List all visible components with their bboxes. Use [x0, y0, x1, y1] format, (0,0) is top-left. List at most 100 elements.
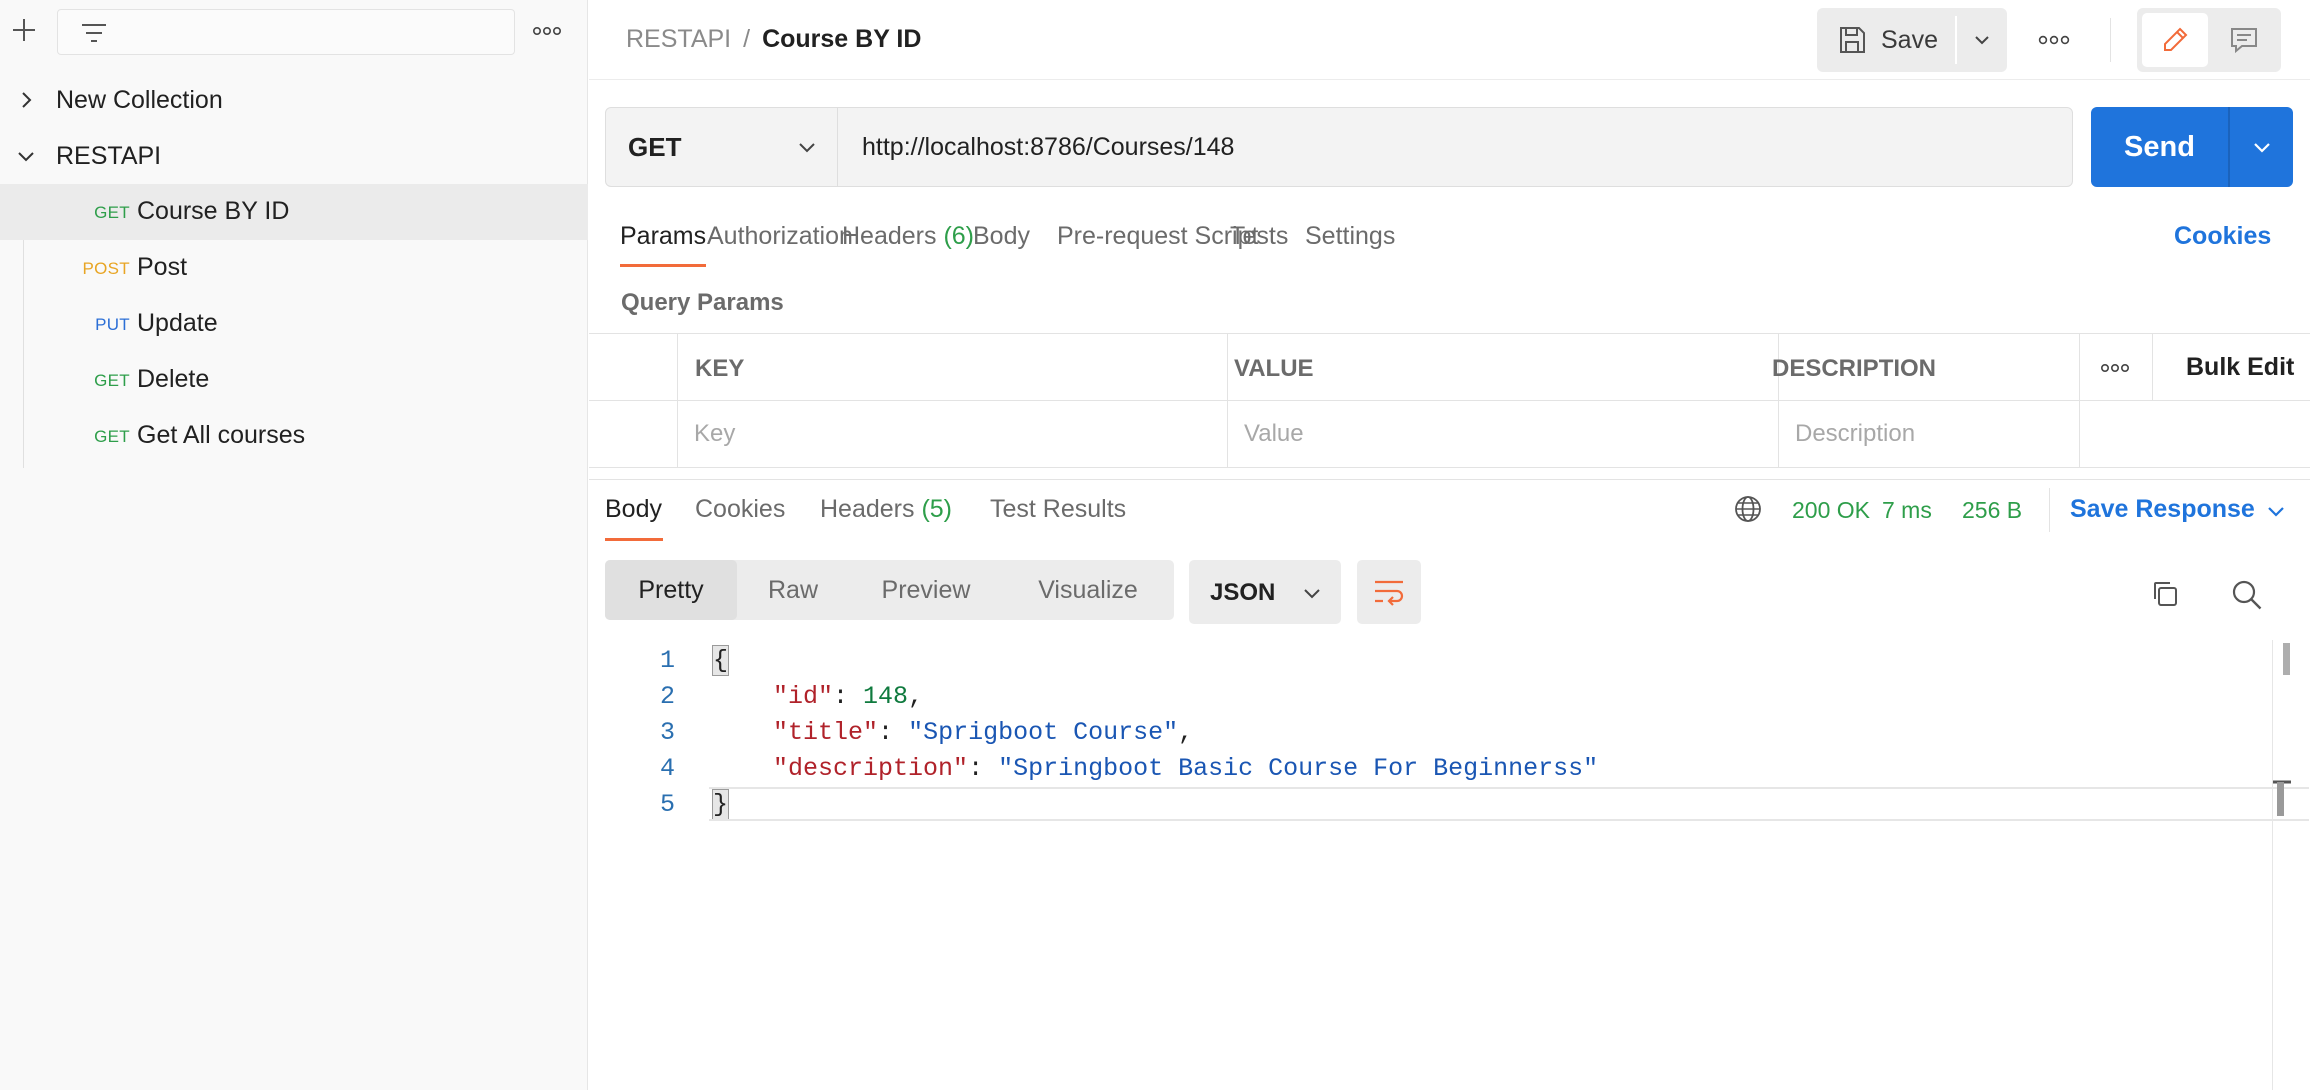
chevron-right-icon[interactable]	[14, 88, 38, 112]
divider	[2110, 18, 2111, 62]
view-preview[interactable]: Preview	[849, 560, 1003, 620]
tab-label: Params	[620, 222, 707, 250]
json-key: "id"	[773, 682, 834, 711]
copy-icon[interactable]	[2149, 578, 2181, 610]
send-options-button[interactable]	[2230, 107, 2293, 187]
search-collections-input[interactable]	[57, 9, 515, 55]
request-item-get-all-courses[interactable]: GET Get All courses	[0, 408, 588, 464]
response-size[interactable]: 256 B	[1962, 497, 2022, 524]
view-raw[interactable]: Raw	[737, 560, 849, 620]
more-horizontal-icon[interactable]	[530, 20, 564, 42]
tab-headers[interactable]: Headers (6)	[842, 222, 974, 251]
active-line-highlight	[709, 787, 2309, 821]
request-name: Post	[137, 253, 188, 281]
request-item-post[interactable]: POST Post	[0, 240, 588, 296]
tab-body[interactable]: Body	[973, 222, 1030, 251]
pane-divider[interactable]	[589, 468, 2310, 480]
search-icon[interactable]	[2230, 578, 2264, 612]
tab-settings[interactable]: Settings	[1305, 222, 1395, 251]
collection-restapi[interactable]: RESTAPI	[0, 128, 588, 184]
param-description-input[interactable]	[1779, 400, 2309, 468]
response-tab-cookies[interactable]: Cookies	[695, 495, 785, 524]
line-number: 1	[659, 646, 675, 675]
response-time[interactable]: 7 ms	[1882, 497, 1932, 524]
comment-icon	[2231, 28, 2257, 54]
save-button-group: Save	[1817, 8, 2007, 72]
request-name: Delete	[137, 365, 210, 393]
save-label: Save	[1881, 25, 1938, 54]
save-options-button[interactable]	[1957, 8, 2007, 72]
more-horizontal-icon[interactable]	[2035, 28, 2073, 52]
status-code[interactable]: 200 OK	[1792, 497, 1870, 524]
line-number: 5	[659, 790, 675, 819]
edit-mode-button[interactable]	[2142, 13, 2208, 67]
param-key-input[interactable]	[678, 400, 1226, 468]
send-button[interactable]: Send	[2091, 107, 2228, 187]
method-value: GET	[628, 132, 682, 162]
cookies-link[interactable]: Cookies	[2174, 222, 2271, 251]
request-item-update[interactable]: PUT Update	[0, 296, 588, 352]
comment-mode-button[interactable]	[2211, 13, 2277, 67]
format-select[interactable]: JSON	[1189, 560, 1341, 624]
method-badge: GET	[94, 203, 130, 222]
tab-label: Pre-request Script	[1057, 222, 1259, 250]
request-name: Update	[137, 309, 218, 337]
query-params-table: KEY VALUE DESCRIPTION Bulk Edit	[589, 333, 2310, 468]
chevron-down-icon	[1975, 36, 1989, 45]
wrap-lines-icon	[1375, 580, 1404, 606]
tab-authorization[interactable]: Authorization	[707, 222, 853, 251]
query-params-title: Query Params	[621, 289, 784, 316]
code-line: "title": "Sprigboot Course",	[773, 718, 1194, 747]
view-pretty[interactable]: Pretty	[605, 560, 737, 620]
filter-icon[interactable]	[80, 22, 108, 44]
view-mode-toggle	[2137, 8, 2281, 72]
column-header-value: VALUE	[1234, 355, 1314, 382]
column-header-description: DESCRIPTION	[1772, 355, 1937, 382]
wrap-lines-button[interactable]	[1357, 560, 1421, 624]
response-tab-test-results[interactable]: Test Results	[990, 495, 1126, 524]
url-input[interactable]	[838, 108, 2072, 186]
save-response-button[interactable]: Save Response	[2070, 495, 2255, 524]
pencil-icon	[2164, 27, 2188, 51]
method-select[interactable]: GET	[606, 108, 838, 186]
tab-label: Cookies	[695, 495, 786, 523]
column-divider	[2152, 334, 2153, 400]
method-badge: GET	[94, 371, 130, 390]
collection-new-collection[interactable]: New Collection	[0, 72, 588, 128]
sidebar-toolbar	[0, 0, 588, 64]
view-visualize[interactable]: Visualize	[1003, 560, 1173, 620]
response-tab-headers[interactable]: Headers (5)	[820, 495, 952, 524]
tab-label: Tests	[1230, 222, 1289, 250]
editor-scrollbar-thumb[interactable]	[2283, 643, 2290, 675]
code-line: "description": "Springboot Basic Course …	[773, 754, 1599, 783]
column-header-key: KEY	[695, 355, 745, 382]
tab-pre-request-script[interactable]: Pre-request Script	[1057, 222, 1258, 251]
editor-scrollbar-track[interactable]	[2272, 640, 2273, 1090]
tab-tests[interactable]: Tests	[1230, 222, 1288, 251]
tab-params[interactable]: Params	[620, 222, 706, 251]
format-value: JSON	[1210, 579, 1276, 606]
globe-icon[interactable]	[1733, 494, 1763, 524]
code-line: "id": 148,	[773, 682, 924, 711]
open-brace: {	[711, 645, 730, 676]
plus-icon[interactable]	[10, 16, 38, 44]
chevron-down-icon[interactable]	[2265, 500, 2287, 522]
param-value-input[interactable]	[1228, 400, 1777, 468]
response-body-editor[interactable]: 1 2 3 4 5 { "id": 148, "title": "Sprigbo…	[589, 640, 2310, 1090]
breadcrumb-current[interactable]: Course BY ID	[762, 25, 921, 53]
breadcrumb-parent[interactable]: RESTAPI	[626, 25, 731, 53]
method-badge: GET	[94, 427, 130, 446]
json-key: "title"	[773, 718, 879, 747]
tab-label: Authorization	[707, 222, 853, 250]
divider	[2049, 488, 2050, 532]
request-item-delete[interactable]: GET Delete	[0, 352, 588, 408]
save-button[interactable]: Save	[1817, 8, 1955, 72]
method-badge: PUT	[95, 315, 130, 334]
more-horizontal-icon[interactable]	[2097, 358, 2133, 378]
bulk-edit-button[interactable]: Bulk Edit	[2186, 353, 2294, 382]
request-item-course-by-id[interactable]: GET Course BY ID	[0, 184, 588, 240]
tab-count: (6)	[943, 222, 975, 250]
chevron-down-icon[interactable]	[14, 144, 38, 168]
response-tab-body[interactable]: Body	[605, 495, 662, 524]
sidebar: New Collection RESTAPI GET Course BY ID …	[0, 0, 588, 1090]
